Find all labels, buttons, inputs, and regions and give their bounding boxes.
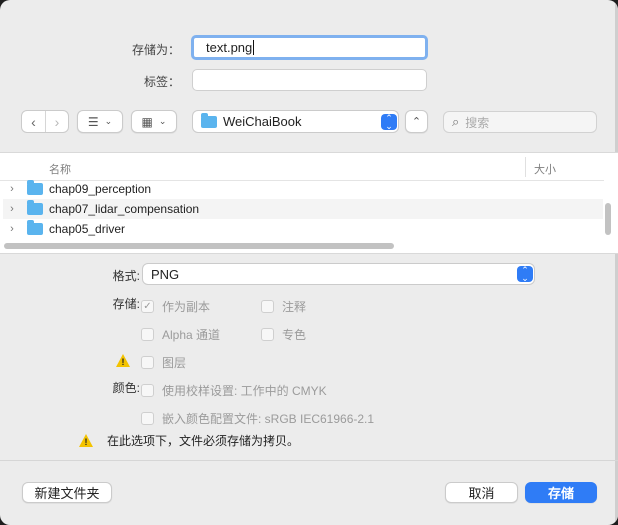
warning-text: 在此选项下，文件必须存储为拷贝。 <box>107 434 300 448</box>
list-view-button[interactable]: ☰ ⌄ <box>77 110 123 133</box>
format-popup[interactable]: PNG ⌃ ⌄ <box>142 263 535 285</box>
folder-icon <box>201 112 217 128</box>
folder-icon <box>27 220 43 235</box>
folder-name: chap09_perception <box>49 182 152 196</box>
annotations-checkbox[interactable]: 注释 <box>261 298 306 315</box>
chevron-up-icon: ⌃ <box>411 116 422 128</box>
search-field[interactable]: ⌕ 搜索 <box>443 111 597 133</box>
folder-icon <box>27 180 43 195</box>
checkbox-box <box>261 328 274 341</box>
as-copy-label: 作为副本 <box>162 300 211 314</box>
vertical-scrollbar[interactable] <box>605 203 611 235</box>
warning-icon: ! <box>79 434 93 447</box>
format-value: PNG <box>151 266 180 282</box>
column-name[interactable]: 名称 <box>49 161 71 177</box>
layers-checkbox[interactable]: 图层 <box>141 354 186 371</box>
tags-field[interactable] <box>192 69 427 91</box>
folder-name: chap07_lidar_compensation <box>49 202 200 216</box>
search-icon: ⌕ <box>452 114 460 129</box>
file-browser: 名称 大小 › chap09_perception › chap07_lidar… <box>0 152 618 254</box>
checkbox-box <box>261 300 274 313</box>
spot-color-label: 专色 <box>282 328 307 342</box>
format-label: 格式: <box>112 269 140 283</box>
tags-label: 标签： <box>143 75 180 89</box>
horizontal-scrollbar[interactable] <box>4 243 394 249</box>
chevron-down-icon: ⌄ <box>104 116 113 126</box>
alpha-checkbox[interactable]: Alpha 通道 <box>141 326 220 343</box>
warning-icon: ! <box>116 354 130 367</box>
layers-label: 图层 <box>162 356 187 370</box>
column-header: 名称 大小 <box>0 153 604 181</box>
list-item[interactable]: › chap05_driver <box>3 219 603 239</box>
checkbox-box <box>141 328 154 341</box>
search-placeholder: 搜索 <box>465 115 490 130</box>
grid-view-button[interactable]: ▦ ⌄ <box>131 110 177 133</box>
cancel-button[interactable]: 取消 <box>445 482 518 503</box>
new-folder-button[interactable]: 新建文件夹 <box>22 482 112 503</box>
chevron-right-icon[interactable]: › <box>3 223 21 235</box>
grid-icon: ▦ <box>141 114 153 129</box>
save-as-label: 存储为： <box>131 43 180 57</box>
footer-divider <box>0 460 618 461</box>
checkbox-box <box>141 356 154 369</box>
text-caret <box>253 40 255 55</box>
spot-color-checkbox[interactable]: 专色 <box>261 326 306 343</box>
chevron-left-icon[interactable]: ‹ <box>22 111 45 132</box>
as-copy-checkbox[interactable]: ✓ 作为副本 <box>141 298 210 315</box>
list-icon: ☰ <box>87 114 99 129</box>
location-popup[interactable]: WeiChaiBook ⌃ ⌄ <box>192 110 399 133</box>
embed-profile-checkbox[interactable]: 嵌入颜色配置文件: sRGB IEC61966-2.1 <box>141 410 374 427</box>
column-divider <box>525 157 526 177</box>
proof-setup-checkbox[interactable]: 使用校样设置: 工作中的 CMYK <box>141 382 327 399</box>
storage-label: 存储: <box>112 297 140 311</box>
save-dialog: 存储为： text.png 标签： ‹ › ☰ ⌄ ▦ ⌄ WeiChaiBoo… <box>0 0 618 525</box>
chevron-right-icon[interactable]: › <box>3 183 21 195</box>
folder-icon <box>27 200 43 215</box>
chevron-right-icon[interactable]: › <box>3 203 21 215</box>
list-item[interactable]: › chap07_lidar_compensation <box>3 199 603 219</box>
filename-field[interactable]: text.png <box>191 35 428 60</box>
proof-setup-label: 使用校样设置: 工作中的 CMYK <box>162 384 327 398</box>
color-label: 颜色: <box>112 381 140 395</box>
chevron-right-icon[interactable]: › <box>45 111 68 132</box>
chevron-down-icon: ⌄ <box>158 116 167 126</box>
checkbox-box <box>141 412 154 425</box>
alpha-label: Alpha 通道 <box>162 328 221 342</box>
updown-icon: ⌃ ⌄ <box>517 266 533 283</box>
folder-name: chap05_driver <box>49 222 126 236</box>
checkmark-icon: ✓ <box>141 300 154 313</box>
annotations-label: 注释 <box>282 300 307 314</box>
updown-icon: ⌃ ⌄ <box>381 114 397 131</box>
expand-collapse-button[interactable]: ⌃ <box>405 110 428 133</box>
filename-value: text.png <box>206 40 253 55</box>
embed-profile-label: 嵌入颜色配置文件: sRGB IEC61966-2.1 <box>162 412 375 426</box>
location-label: WeiChaiBook <box>223 114 302 129</box>
back-forward-control: ‹ › <box>21 110 69 133</box>
list-item[interactable]: › chap09_perception <box>3 179 603 199</box>
column-size[interactable]: 大小 <box>534 161 556 177</box>
checkbox-box <box>141 384 154 397</box>
save-button[interactable]: 存储 <box>525 482 597 503</box>
